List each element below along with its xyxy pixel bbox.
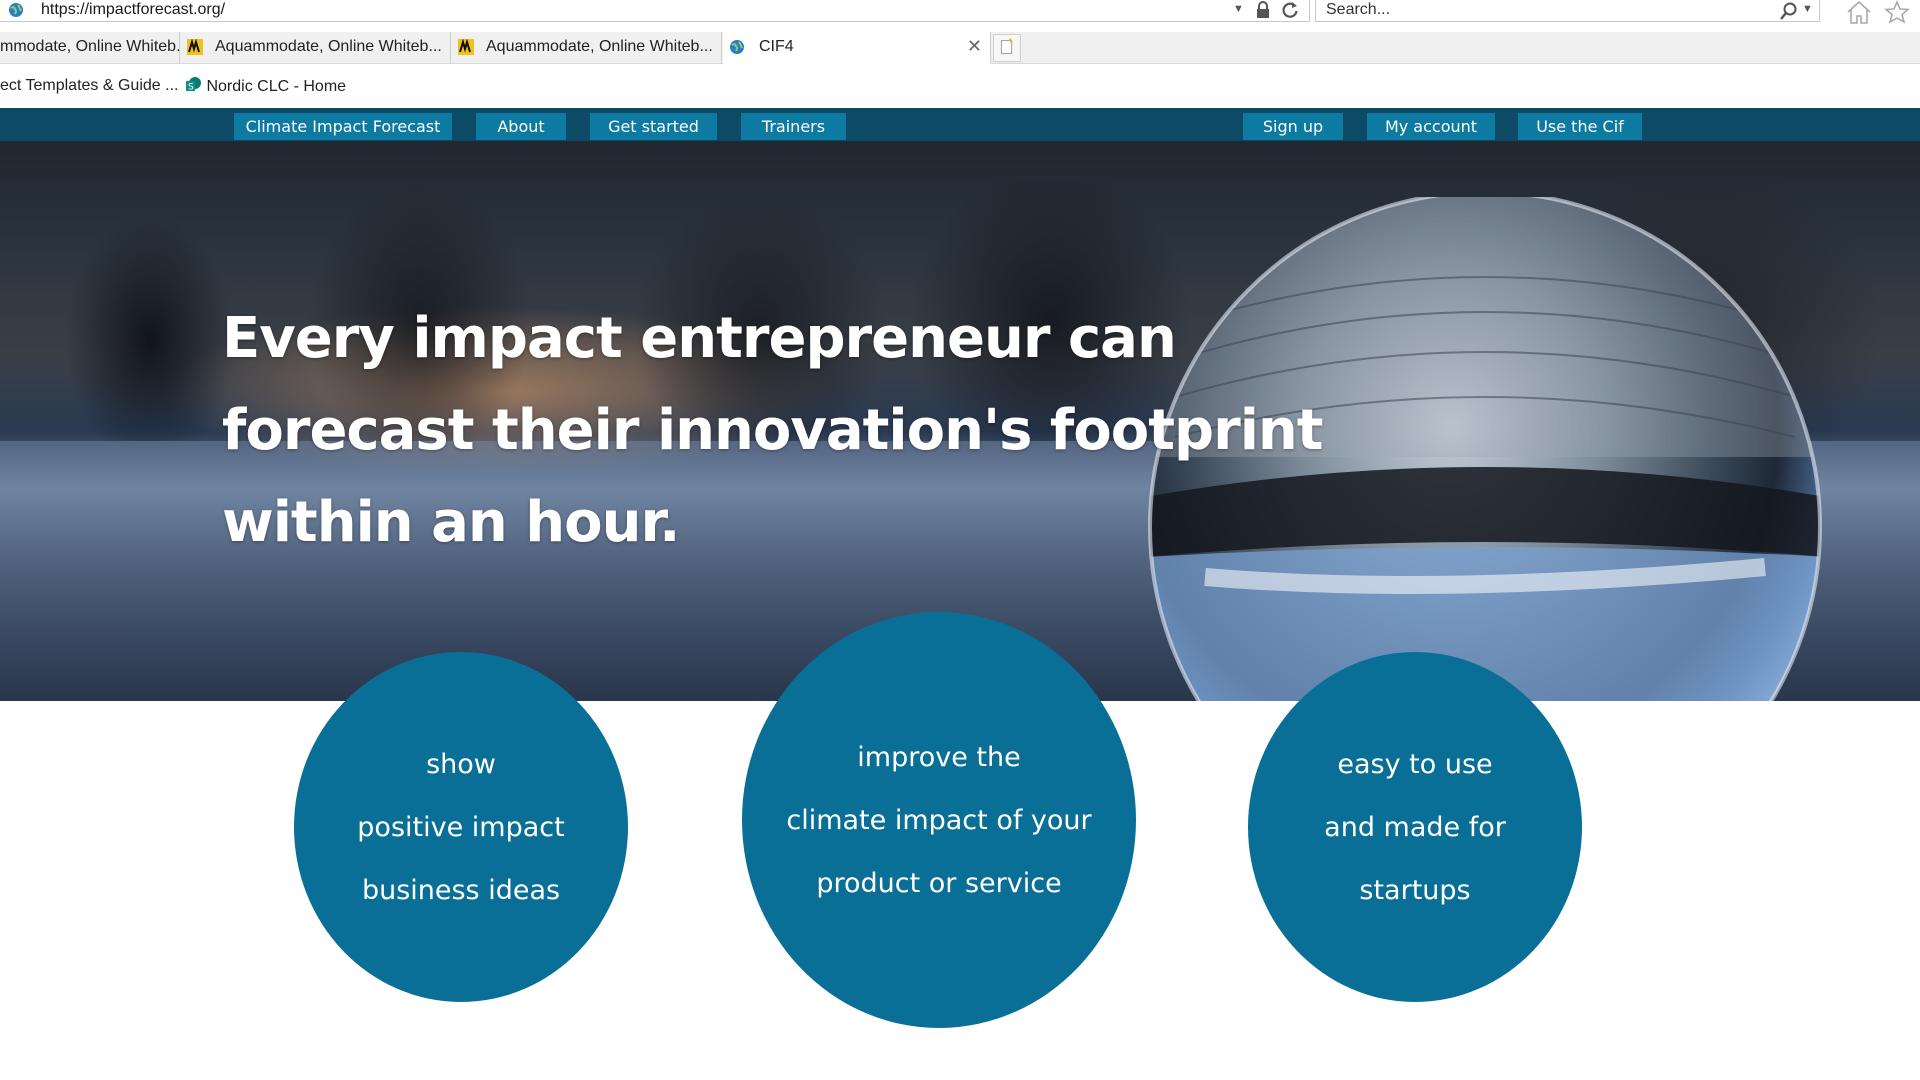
feature-text: improve the <box>857 741 1021 773</box>
tab-label: CIF4 <box>759 38 794 55</box>
tab-label: Aquammodate, Online Whiteb... <box>215 38 442 55</box>
aquammodate-logo-icon <box>458 39 474 55</box>
feature-text: climate impact of your <box>786 804 1092 836</box>
nav-my-account[interactable]: My account <box>1367 113 1495 140</box>
feature-circle-climate-impact: improve the climate impact of your produ… <box>742 612 1136 1028</box>
close-icon[interactable]: ✕ <box>967 36 982 57</box>
hero-headline-line: Every impact entrepreneur can <box>222 306 1177 371</box>
favorites-bar: ect Templates & Guide ... S Nordic CLC -… <box>0 72 1920 108</box>
lock-icon[interactable] <box>1255 1 1271 19</box>
aquammodate-logo-icon <box>187 39 203 55</box>
feature-circle-positive-impact: show positive impact business ideas <box>294 652 628 1002</box>
globe-icon <box>9 3 23 17</box>
sharepoint-icon: S <box>186 77 201 93</box>
globe-icon <box>730 40 744 54</box>
feature-text: positive impact <box>357 811 565 843</box>
nav-use-the-cif[interactable]: Use the Cif <box>1518 113 1642 140</box>
browser-tab[interactable]: mmodate, Online Whiteb... <box>0 32 180 64</box>
favorite-link[interactable]: ect Templates & Guide ... <box>0 77 178 95</box>
tab-label: mmodate, Online Whiteb... <box>0 38 180 55</box>
new-tab-icon <box>1000 38 1013 55</box>
search-icon[interactable] <box>1778 1 1798 21</box>
refresh-icon[interactable] <box>1280 0 1300 20</box>
hero-headline-line: within an hour. <box>222 490 680 555</box>
chevron-down-icon[interactable]: ▼ <box>1233 3 1244 15</box>
nav-climate-impact-forecast[interactable]: Climate Impact Forecast <box>234 113 452 140</box>
feature-text: business ideas <box>361 874 561 906</box>
feature-text: show <box>426 748 496 780</box>
favorite-label: Nordic CLC - Home <box>206 78 347 95</box>
feature-text: and made for <box>1324 811 1506 843</box>
feature-text: startups <box>1359 874 1471 906</box>
hero-headline: Every impact entrepreneur can forecast t… <box>222 293 1324 569</box>
hero-headline-line: forecast their innovation's footprint <box>222 398 1324 463</box>
chevron-down-icon[interactable]: ▼ <box>1802 3 1813 15</box>
feature-text: easy to use <box>1337 748 1493 780</box>
address-bar[interactable]: https://impactforecast.org/ ▼ <box>0 0 1310 22</box>
search-placeholder[interactable]: Search... <box>1326 1 1390 19</box>
star-icon[interactable] <box>1883 0 1911 24</box>
tab-label: Aquammodate, Online Whiteb... <box>486 38 713 55</box>
browser-tab[interactable]: Aquammodate, Online Whiteb... <box>181 32 451 64</box>
url-text[interactable]: https://impactforecast.org/ <box>41 1 225 19</box>
nav-trainers[interactable]: Trainers <box>741 113 846 140</box>
browser-toolbar: https://impactforecast.org/ ▼ Search... … <box>0 0 1920 24</box>
new-tab-button[interactable] <box>993 34 1021 62</box>
browser-tab-active[interactable]: CIF4 ✕ <box>723 32 991 64</box>
nav-sign-up[interactable]: Sign up <box>1243 113 1343 140</box>
search-input[interactable]: Search... ▼ <box>1315 0 1820 22</box>
nav-about[interactable]: About <box>476 113 566 140</box>
feature-circle-easy-to-use: easy to use and made for startups <box>1248 652 1582 1002</box>
home-icon[interactable] <box>1845 0 1873 24</box>
browser-tab[interactable]: Aquammodate, Online Whiteb... <box>452 32 722 64</box>
feature-text: product or service <box>816 867 1062 899</box>
nav-get-started[interactable]: Get started <box>590 113 717 140</box>
svg-text:S: S <box>188 83 194 93</box>
site-navbar: Climate Impact Forecast About Get starte… <box>0 108 1920 141</box>
tab-strip: mmodate, Online Whiteb... Aquammodate, O… <box>0 32 1920 64</box>
favorite-link[interactable]: S Nordic CLC - Home <box>186 77 346 96</box>
